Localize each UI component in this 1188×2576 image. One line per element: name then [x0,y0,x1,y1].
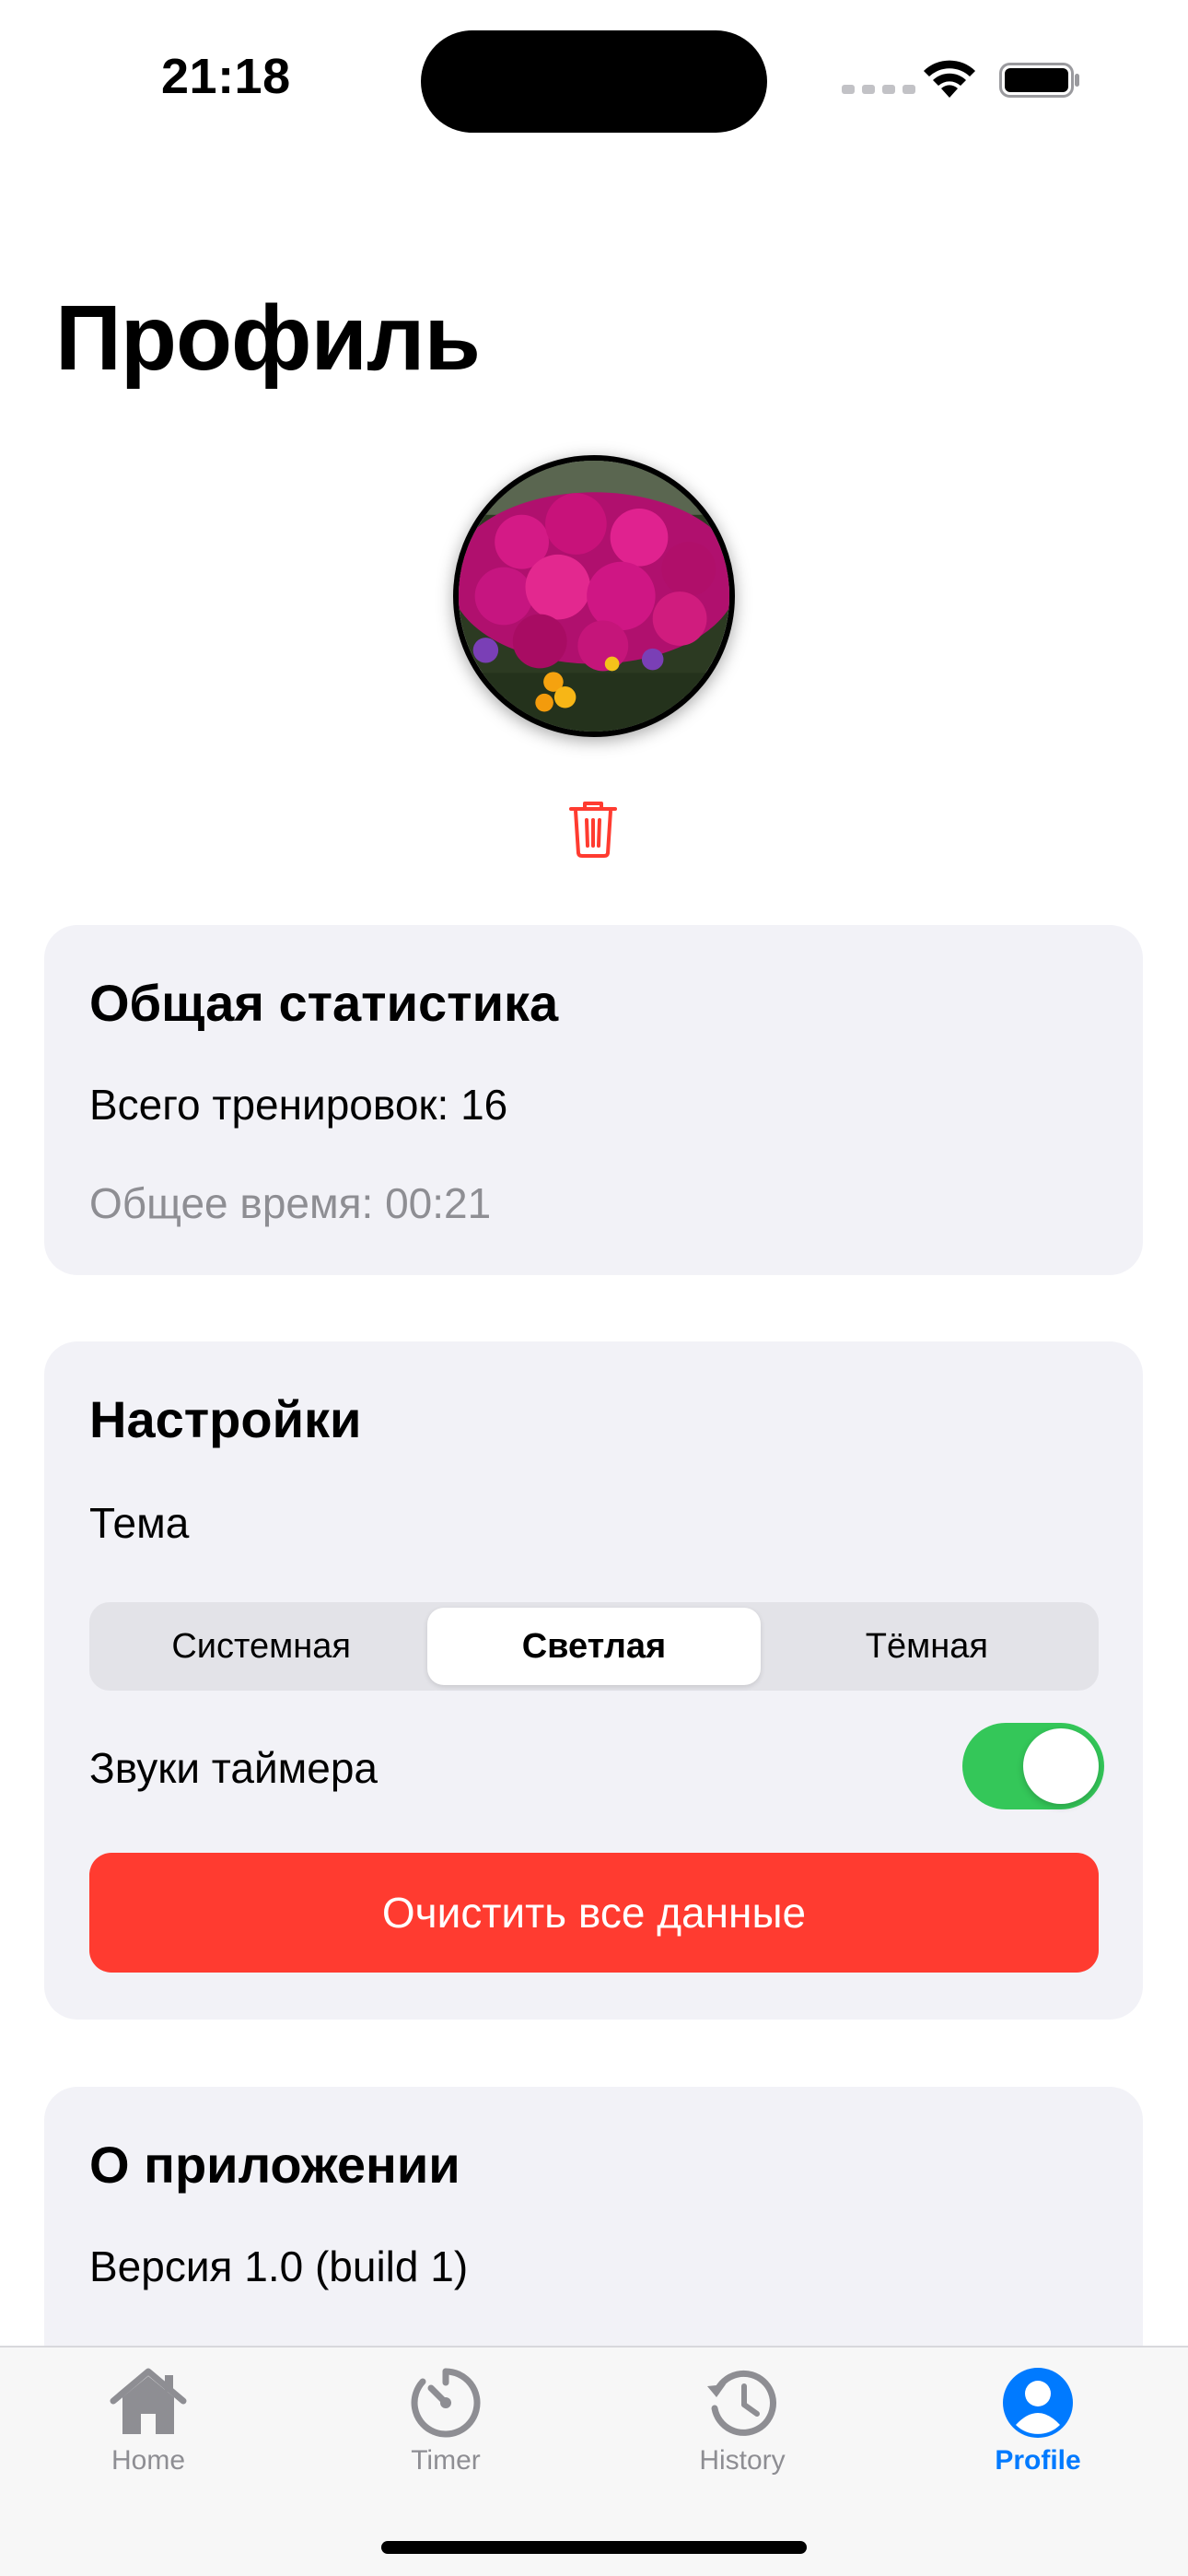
settings-title: Настройки [89,1390,362,1448]
avatar-photo [459,461,729,732]
dynamic-island [421,30,767,133]
theme-option-system[interactable]: Системная [95,1608,427,1685]
tab-timer-label: Timer [411,2445,481,2476]
cellular-signal-icon [842,85,915,94]
theme-option-dark[interactable]: Тёмная [761,1608,1093,1685]
tab-history[interactable]: History [659,2364,825,2476]
clear-all-data-button[interactable]: Очистить все данные [89,1853,1099,1973]
theme-segmented-control: Системная Светлая Тёмная [89,1602,1099,1691]
home-indicator [381,2541,807,2554]
wifi-icon [924,60,975,98]
battery-icon [999,63,1079,98]
timer-icon [411,2368,481,2438]
page-title: Профиль [55,287,481,390]
stats-title: Общая статистика [89,974,559,1032]
status-time: 21:18 [161,49,291,104]
avatar[interactable] [453,455,735,737]
house-icon [110,2368,187,2434]
tab-home-label: Home [111,2445,186,2476]
total-time: Общее время: 00:21 [89,1179,492,1227]
app-version: Версия 1.0 (build 1) [89,2242,469,2290]
stats-card: Общая статистика Всего тренировок: 16 Об… [44,925,1143,1275]
total-workouts: Всего тренировок: 16 [89,1081,508,1129]
theme-label: Тема [89,1499,190,1547]
tab-history-label: History [699,2445,786,2476]
person-circle-icon [1003,2368,1073,2438]
settings-card: Настройки Тема Системная Светлая Тёмная … [44,1341,1143,2020]
timer-sounds-toggle[interactable] [962,1723,1104,1809]
tab-home[interactable]: Home [65,2364,231,2476]
tab-profile-label: Profile [995,2445,1081,2476]
delete-photo-icon[interactable] [567,800,619,859]
theme-option-light[interactable]: Светлая [427,1608,761,1685]
about-title: О приложении [89,2136,460,2194]
timer-sounds-label: Звуки таймера [89,1744,379,1792]
history-icon [707,2370,776,2436]
tab-timer[interactable]: Timer [363,2364,529,2476]
tab-profile[interactable]: Profile [955,2364,1121,2476]
toggle-knob [1023,1728,1099,1804]
